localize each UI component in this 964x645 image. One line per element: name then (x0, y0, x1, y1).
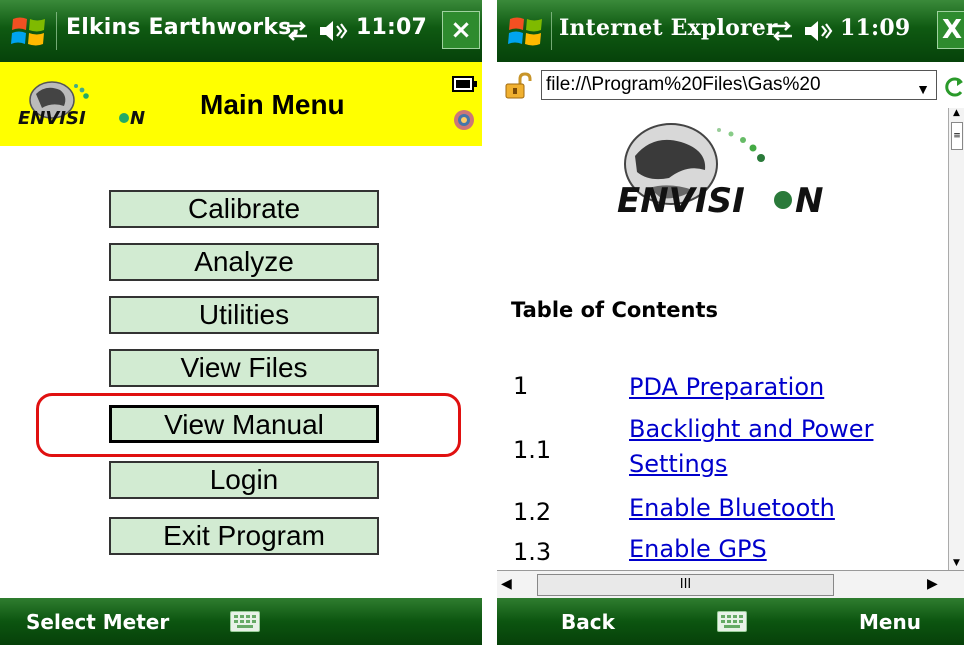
login-button[interactable]: Login (109, 461, 379, 499)
page-title: Main Menu (200, 89, 345, 120)
scroll-down-icon[interactable]: ▼ (949, 558, 964, 570)
close-button[interactable]: × (442, 11, 480, 49)
title-separator (551, 12, 552, 50)
toc-number: 1.2 (513, 498, 552, 526)
highlight-annotation (36, 393, 461, 457)
toc-link-enable-bluetooth[interactable]: Enable Bluetooth (629, 491, 835, 526)
toc-number: 1 (513, 372, 529, 400)
toc-heading: Table of Contents (511, 298, 719, 322)
address-bar: file://\Program%20Files\Gas%20 ▼ (497, 62, 964, 109)
volume-icon[interactable] (803, 18, 833, 44)
view-files-button[interactable]: View Files (109, 349, 379, 387)
exit-program-button[interactable]: Exit Program (109, 517, 379, 555)
clock[interactable]: 11:07 (356, 15, 427, 40)
start-icon[interactable] (10, 13, 48, 49)
menu-softkey[interactable]: Menu (859, 610, 921, 634)
toc-number: 1.3 (513, 538, 552, 566)
select-meter-softkey[interactable]: Select Meter (26, 610, 169, 634)
horizontal-scrollbar[interactable]: ◀ III ▶ (497, 570, 964, 599)
toc-link-pda-preparation[interactable]: PDA Preparation (629, 370, 824, 405)
scroll-up-icon[interactable]: ▲ (949, 108, 964, 120)
scroll-thumb[interactable]: III (537, 574, 834, 596)
main-menu-screen: Elkins Earthworks, 11:07 × ENVISI N Main… (0, 0, 482, 645)
address-input[interactable]: file://\Program%20Files\Gas%20 ▼ (541, 70, 937, 100)
softkey-bar: Select Meter (0, 598, 482, 645)
svg-text:N: N (130, 108, 145, 129)
close-button[interactable]: X (937, 11, 964, 49)
analyze-button[interactable]: Analyze (109, 243, 379, 281)
refresh-icon[interactable] (945, 74, 964, 98)
toc-link-enable-gps[interactable]: Enable GPS (629, 532, 767, 567)
softkey-bar: Back Menu (497, 598, 964, 645)
lock-icon (505, 72, 532, 99)
app-header: ENVISI N Main Menu (0, 62, 482, 146)
start-icon[interactable] (507, 13, 545, 49)
title-bar: Elkins Earthworks, 11:07 × (0, 0, 482, 62)
connectivity-icon[interactable] (284, 20, 310, 42)
browser-screen: Internet Explorer 11:09 X file://\Progra… (497, 0, 964, 645)
window-title: Internet Explorer (559, 15, 778, 41)
envision-logo: ENVISI N (18, 81, 145, 129)
svg-text:ENVISI: ENVISI (617, 181, 745, 221)
connectivity-icon[interactable] (769, 20, 795, 42)
page-content[interactable]: ENVISI N Table of Contents 1 PDA Prepara… (497, 108, 949, 570)
scroll-right-icon[interactable]: ▶ (927, 576, 938, 592)
envision-logo: ENVISI N (617, 123, 823, 221)
keyboard-icon[interactable] (717, 611, 747, 632)
dropdown-arrow-icon[interactable]: ▼ (916, 75, 930, 99)
clock[interactable]: 11:09 (840, 15, 910, 41)
title-separator (56, 12, 57, 50)
toc-number: 1.1 (513, 436, 552, 464)
back-softkey[interactable]: Back (561, 610, 615, 634)
scroll-left-icon[interactable]: ◀ (501, 576, 512, 592)
svg-text:ENVISI: ENVISI (18, 108, 86, 129)
volume-icon[interactable] (318, 18, 348, 44)
scroll-thumb[interactable]: ≡ (951, 122, 963, 150)
calibrate-button[interactable]: Calibrate (109, 190, 379, 228)
toc-link-backlight-power[interactable]: Backlight and Power Settings (629, 412, 919, 482)
utilities-button[interactable]: Utilities (109, 296, 379, 334)
keyboard-icon[interactable] (230, 611, 260, 632)
grip-icon: III (679, 577, 692, 592)
vertical-scrollbar[interactable]: ≡ ▲ ▼ (948, 108, 964, 570)
svg-text:N: N (795, 181, 823, 221)
window-title: Elkins Earthworks, (66, 15, 301, 40)
battery-icon (452, 76, 477, 92)
address-text: file://\Program%20Files\Gas%20 (546, 74, 821, 95)
gps-icon (454, 110, 474, 130)
title-bar: Internet Explorer 11:09 X (497, 0, 964, 62)
